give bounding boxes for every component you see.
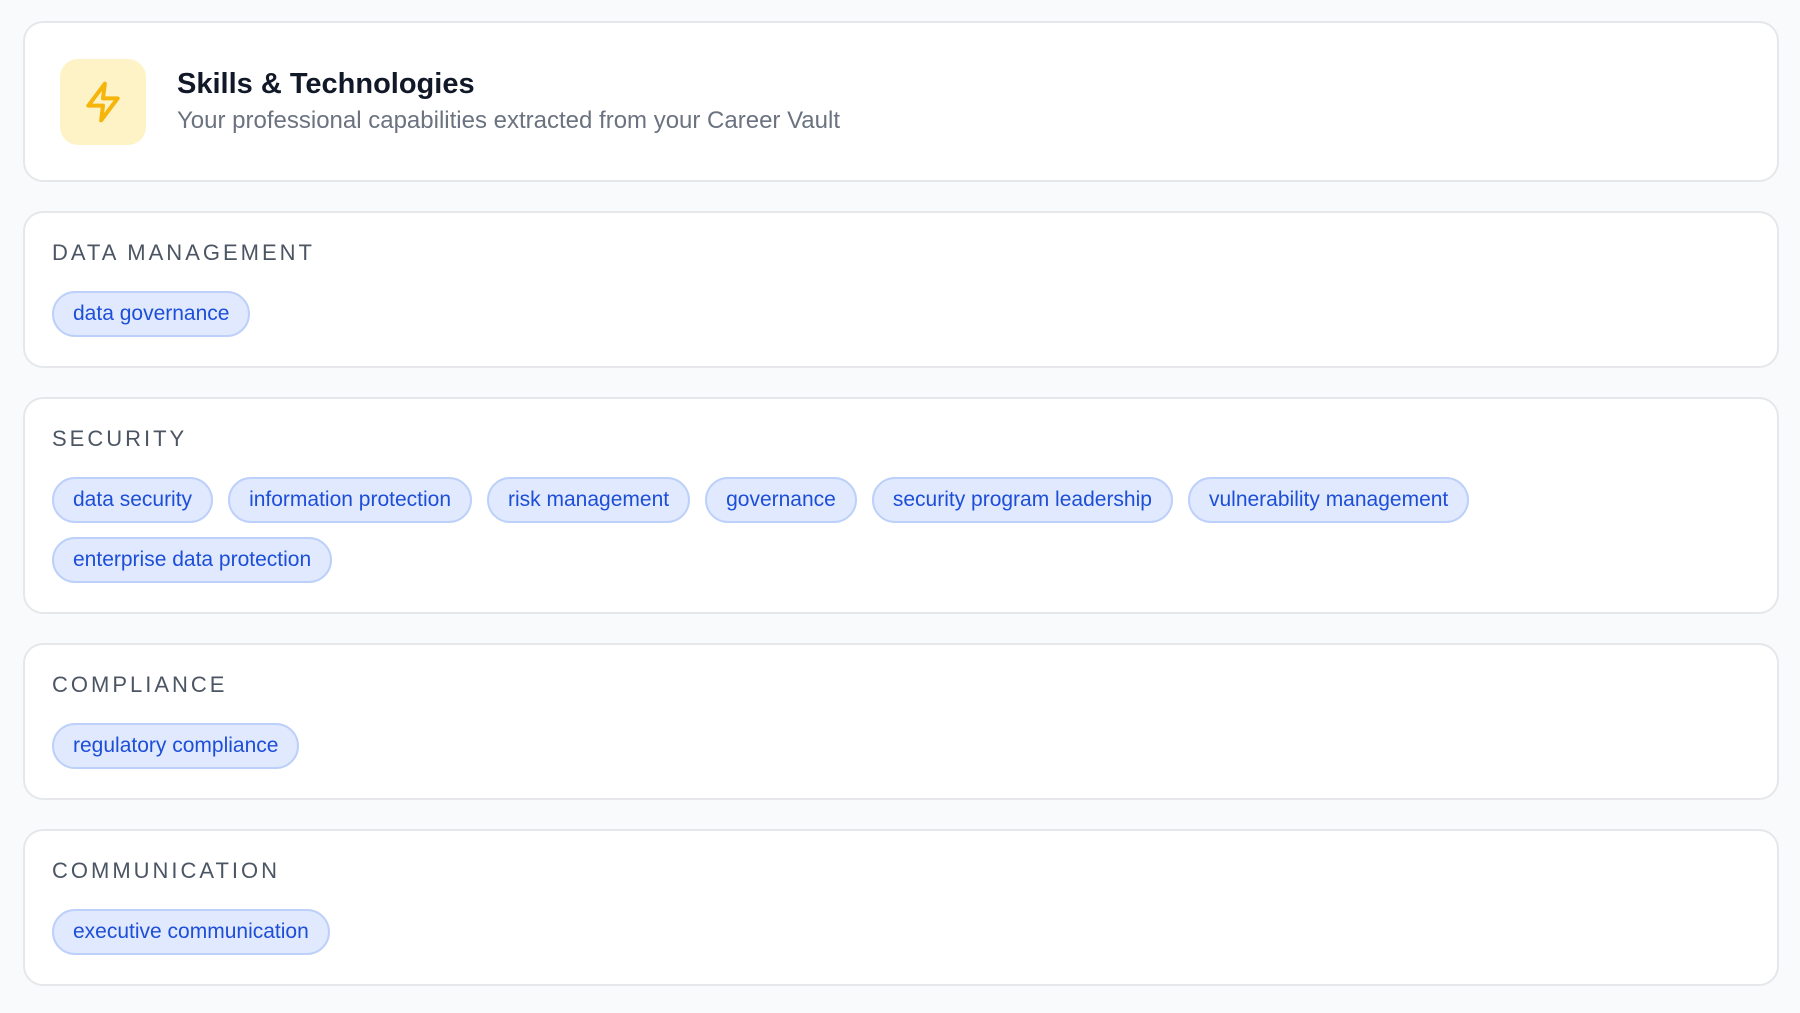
skill-chip[interactable]: risk management <box>487 477 691 523</box>
page-title: Skills & Technologies <box>177 68 475 100</box>
page-subtitle: Your professional capabilities extracted… <box>177 107 840 134</box>
header-text: Skills & Technologies Your professional … <box>177 66 840 137</box>
skill-chip-list: data security information protection ris… <box>52 477 1750 583</box>
lightning-bolt-icon <box>60 58 146 145</box>
skill-chip[interactable]: data security <box>52 477 214 523</box>
skills-page: Skills & Technologies Your professional … <box>23 21 1779 986</box>
skill-chip[interactable]: enterprise data protection <box>52 537 333 583</box>
skill-chip-list: regulatory compliance <box>52 723 1750 769</box>
section-data-management: DATA MANAGEMENT data governance <box>23 211 1779 368</box>
skill-chip[interactable]: information protection <box>228 477 473 523</box>
section-title: SECURITY <box>52 426 188 451</box>
skill-chip[interactable]: regulatory compliance <box>52 723 300 769</box>
section-title: COMPLIANCE <box>52 672 228 697</box>
skill-chip-list: data governance <box>52 291 1750 337</box>
section-security: SECURITY data security information prote… <box>23 397 1779 614</box>
section-title: DATA MANAGEMENT <box>52 240 315 265</box>
section-title: COMMUNICATION <box>52 858 281 883</box>
section-communication: COMMUNICATION executive communication <box>23 829 1779 986</box>
skills-header-card: Skills & Technologies Your professional … <box>23 21 1779 182</box>
section-compliance: COMPLIANCE regulatory compliance <box>23 643 1779 800</box>
skill-chip-list: executive communication <box>52 909 1750 955</box>
skill-chip[interactable]: security program leadership <box>871 477 1173 523</box>
skill-chip[interactable]: data governance <box>52 291 251 337</box>
skill-chip[interactable]: executive communication <box>52 909 330 955</box>
skill-chip[interactable]: governance <box>705 477 857 523</box>
skill-chip[interactable]: vulnerability management <box>1187 477 1470 523</box>
